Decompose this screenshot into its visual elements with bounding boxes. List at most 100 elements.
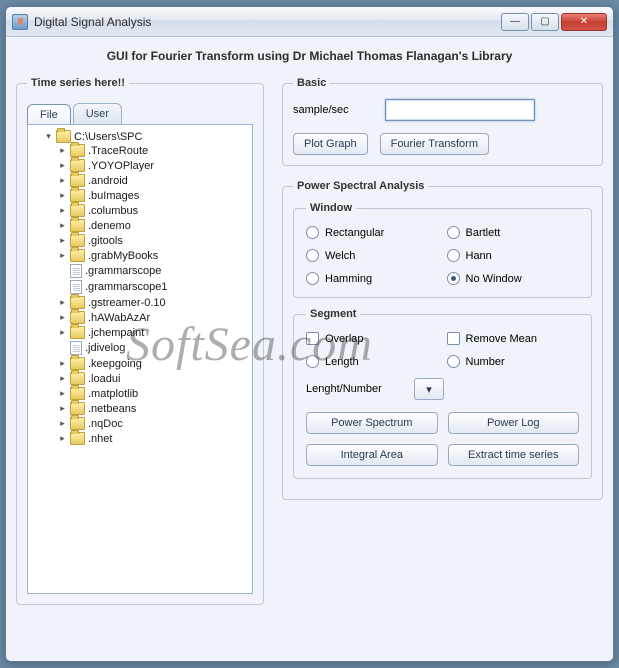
tree-item[interactable]: ▸.YOYOPlayer [58, 159, 250, 172]
tree-item[interactable]: ▸.keepgoing [58, 357, 250, 370]
overlap-checkbox[interactable]: Overlap [306, 332, 439, 345]
tree-item[interactable]: ▸ .columbus [58, 204, 250, 217]
radio-icon [447, 355, 460, 368]
expand-icon[interactable]: ▸ [58, 176, 67, 185]
tree-item[interactable]: ▸ .netbeans [58, 402, 250, 415]
tree-item-label: .gitools [88, 235, 123, 247]
expand-icon[interactable]: ▸ [58, 434, 67, 443]
tree-item[interactable]: ▸.grammarscope1 [58, 280, 250, 294]
file-icon [70, 264, 82, 278]
tree-item[interactable]: ▸.jdivelog [58, 341, 250, 355]
window-radio-rectangular[interactable]: Rectangular [306, 226, 439, 239]
maximize-button[interactable]: ▢ [531, 13, 559, 31]
collapse-icon[interactable]: ▾ [44, 132, 53, 141]
java-icon [12, 14, 28, 30]
expand-icon[interactable]: ▸ [58, 389, 67, 398]
tree-item-label: .buImages [88, 190, 139, 202]
expand-icon[interactable]: ▸ [58, 374, 67, 383]
expand-icon[interactable]: ▸ [58, 221, 67, 230]
folder-icon [70, 402, 85, 415]
window-radio-welch[interactable]: Welch [306, 249, 439, 262]
folder-icon [70, 204, 85, 217]
tree-item[interactable]: ▸.android [58, 174, 250, 187]
window-radio-bartlett[interactable]: Bartlett [447, 226, 580, 239]
folder-icon [56, 130, 71, 143]
file-tree-scroll[interactable]: ▾ C:\Users\SPC ▸.TraceRoute▸.YOYOPlayer▸… [27, 124, 253, 594]
tree-tabs: File User [27, 103, 253, 124]
tree-item[interactable]: ▸ .gstreamer-0.10 [58, 296, 250, 309]
tree-item-label: .netbeans [88, 403, 136, 415]
checkbox-icon [306, 332, 319, 345]
tree-item-label: .jchempaint [88, 327, 144, 339]
window-radio-label: Rectangular [325, 227, 384, 239]
folder-icon [70, 219, 85, 232]
expand-icon[interactable]: ▸ [58, 328, 67, 337]
folder-icon [70, 432, 85, 445]
window-radio-hamming[interactable]: Hamming [306, 272, 439, 285]
length-label: Length [325, 356, 359, 368]
psa-legend: Power Spectral Analysis [293, 180, 428, 192]
expand-icon[interactable]: ▸ [58, 404, 67, 413]
expand-icon[interactable]: ▸ [58, 161, 67, 170]
expand-icon[interactable]: ▸ [58, 313, 67, 322]
remove-mean-checkbox[interactable]: Remove Mean [447, 332, 580, 345]
tree-item[interactable]: ▸ .nhet [58, 432, 250, 445]
length-radio[interactable]: Length [306, 355, 439, 368]
tree-item[interactable]: ▸.loadui [58, 372, 250, 385]
tree-item[interactable]: ▸.hAWabAzAr [58, 311, 250, 324]
tree-item[interactable]: ▸ .denemo [58, 219, 250, 232]
tab-user[interactable]: User [73, 103, 122, 124]
tab-file[interactable]: File [27, 104, 71, 125]
file-icon [70, 341, 82, 355]
tree-item-label: .grammarscope [85, 265, 161, 277]
expand-icon[interactable]: ▸ [58, 191, 67, 200]
expand-icon[interactable]: ▸ [58, 206, 67, 215]
window-radio-hann[interactable]: Hann [447, 249, 580, 262]
expand-icon[interactable]: ▸ [58, 359, 67, 368]
length-number-combo[interactable]: ▾ [414, 378, 444, 400]
tree-item-label: .denemo [88, 220, 131, 232]
radio-icon [447, 249, 460, 262]
tree-item[interactable]: ▸.nqDoc [58, 417, 250, 430]
expand-icon[interactable]: ▸ [58, 146, 67, 155]
power-spectrum-button[interactable]: Power Spectrum [306, 412, 438, 434]
segment-legend: Segment [306, 308, 360, 320]
tree-item[interactable]: ▸.TraceRoute [58, 144, 250, 157]
tree-item[interactable]: ▸ .jchempaint [58, 326, 250, 339]
folder-icon [70, 159, 85, 172]
sample-input[interactable] [385, 99, 535, 121]
expand-icon[interactable]: ▸ [58, 419, 67, 428]
window-radio-label: Hann [466, 250, 492, 262]
title-bar[interactable]: Digital Signal Analysis — ▢ ✕ [6, 7, 613, 37]
plot-graph-button[interactable]: Plot Graph [293, 133, 368, 155]
file-tree: ▾ C:\Users\SPC ▸.TraceRoute▸.YOYOPlayer▸… [30, 129, 250, 447]
close-button[interactable]: ✕ [561, 13, 607, 31]
folder-icon [70, 387, 85, 400]
expand-icon[interactable]: ▸ [58, 251, 67, 260]
fourier-transform-button[interactable]: Fourier Transform [380, 133, 489, 155]
window-radio-no-window[interactable]: No Window [447, 272, 580, 285]
tree-item-label: .columbus [88, 205, 138, 217]
time-series-panel: Time series here!! File User ▾ C:\Users\… [16, 77, 264, 605]
tree-item[interactable]: ▸.matplotlib [58, 387, 250, 400]
tree-item[interactable]: ▸ .buImages [58, 189, 250, 202]
app-window: Digital Signal Analysis — ▢ ✕ GUI for Fo… [5, 6, 614, 662]
tree-item-label: .nhet [88, 433, 112, 445]
tree-item-label: .gstreamer-0.10 [88, 297, 166, 309]
power-log-button[interactable]: Power Log [448, 412, 580, 434]
client-area: GUI for Fourier Transform using Dr Micha… [6, 37, 613, 661]
sample-label: sample/sec [293, 104, 373, 116]
expand-icon[interactable]: ▸ [58, 236, 67, 245]
tree-item-label: .grabMyBooks [88, 250, 158, 262]
tree-item[interactable]: ▸ .grabMyBooks [58, 249, 250, 262]
extract-time-series-button[interactable]: Extract time series [448, 444, 580, 466]
number-radio[interactable]: Number [447, 355, 580, 368]
folder-icon [70, 249, 85, 262]
tree-item[interactable]: ▸.grammarscope [58, 264, 250, 278]
chevron-down-icon: ▾ [426, 383, 432, 396]
integral-area-button[interactable]: Integral Area [306, 444, 438, 466]
minimize-button[interactable]: — [501, 13, 529, 31]
folder-icon [70, 326, 85, 339]
tree-item[interactable]: ▸ .gitools [58, 234, 250, 247]
expand-icon[interactable]: ▸ [58, 298, 67, 307]
